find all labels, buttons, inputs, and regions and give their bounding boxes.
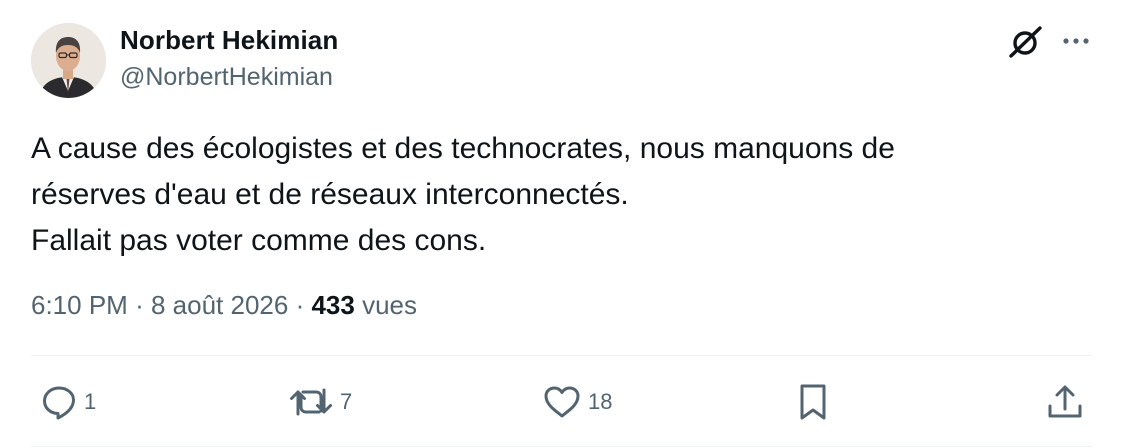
repost-count: 7 [340,389,353,414]
tweet-date[interactable]: 8 août 2026 [151,290,288,320]
reply-icon [43,386,75,420]
repost-button[interactable]: 7 [288,380,352,424]
more-icon[interactable] [1058,26,1094,56]
reply-count: 1 [84,389,97,414]
tweet-card: Norbert Hekimian @NorbertHekimian A caus… [0,0,1123,448]
grok-icon[interactable] [1007,23,1045,61]
reply-button[interactable]: 1 [40,380,96,424]
like-icon [544,386,580,418]
share-button[interactable] [1045,380,1085,424]
bookmark-button[interactable] [796,380,830,424]
divider [31,355,1092,356]
tweet-text-line: réserves d'eau et de réseaux interconnec… [31,178,629,211]
author-handle[interactable]: @NorbertHekimian [120,63,333,92]
repost-icon [290,388,332,416]
meta-separator: · [295,290,305,320]
divider [31,446,1092,447]
tweet-text-line: Fallait pas voter comme des cons. [31,224,487,257]
share-icon [1048,385,1082,418]
tweet-text: A cause des écologistes et des technocra… [31,126,1091,264]
views-label: vues [362,290,418,320]
avatar-photo [31,23,106,98]
avatar[interactable] [31,23,106,98]
author-name[interactable]: Norbert Hekimian [120,25,338,56]
bookmark-icon [800,384,826,420]
like-button[interactable]: 18 [542,380,612,424]
meta-separator: · [135,290,144,320]
tweet-text-line: A cause des écologistes et des technocra… [31,132,895,165]
views-count[interactable]: 433 [311,290,354,320]
tweet-meta: 6:10 PM · 8 août 2026 · 433 vues [31,290,417,321]
like-count: 18 [588,389,613,414]
tweet-time[interactable]: 6:10 PM [31,290,128,320]
